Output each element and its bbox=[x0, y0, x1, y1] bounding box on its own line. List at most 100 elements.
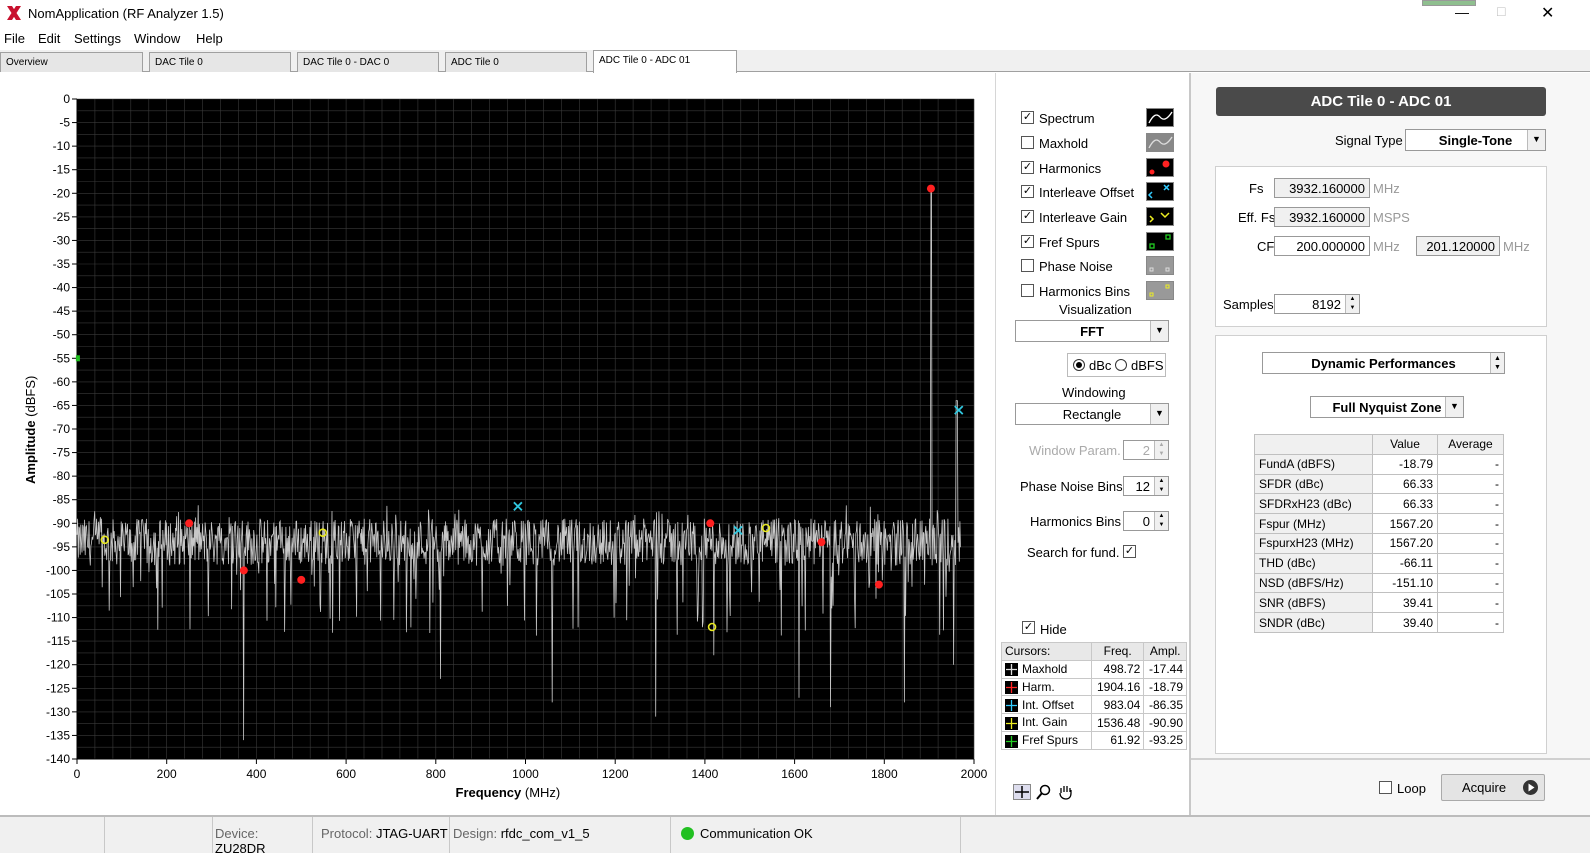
window-param-label: Window Param. bbox=[1029, 443, 1121, 458]
cursor-icon bbox=[1005, 716, 1018, 730]
y-tick-label: -100 bbox=[46, 563, 70, 577]
cursor-row: Fref Spurs 61.92 -93.25 bbox=[1001, 730, 1187, 750]
metric-value: -151.10 bbox=[1372, 572, 1438, 594]
metric-name: THD (dBc) bbox=[1254, 552, 1373, 574]
spectrum-checkbox[interactable]: ✓ bbox=[1021, 111, 1034, 124]
metric-average: - bbox=[1437, 493, 1504, 515]
signal-type-dropdown[interactable]: Single-Tone ▼ bbox=[1405, 129, 1546, 151]
search-fund-checkbox[interactable]: ✓ bbox=[1123, 545, 1136, 558]
menu-edit[interactable]: Edit bbox=[38, 31, 60, 46]
zoom-tool-icon[interactable] bbox=[1035, 784, 1053, 800]
visualization-dropdown[interactable]: FFT ▼ bbox=[1015, 320, 1169, 342]
harmonics-bins-input[interactable]: 0 ▲ ▼ bbox=[1123, 511, 1169, 531]
spin-icon[interactable]: ▲ ▼ bbox=[1154, 477, 1168, 495]
metrics-header-value: Value bbox=[1372, 434, 1438, 455]
tab-adc-tile-0-adc-01[interactable]: ADC Tile 0 - ADC 01 bbox=[593, 50, 737, 73]
spin-icon[interactable]: ▲ ▼ bbox=[1154, 441, 1168, 459]
protocol-value: JTAG-UART bbox=[375, 826, 448, 841]
windowing-dropdown[interactable]: Rectangle ▼ bbox=[1015, 403, 1169, 425]
x-tick-label: 1200 bbox=[602, 767, 629, 781]
metric-name: SFDRxH23 (dBc) bbox=[1254, 493, 1373, 515]
tab-dac-tile-0[interactable]: DAC Tile 0 bbox=[149, 52, 291, 72]
x-tick-label: 200 bbox=[157, 767, 177, 781]
fref-spurs-checkbox[interactable]: ✓ bbox=[1021, 235, 1034, 248]
pan-hand-icon[interactable] bbox=[1057, 784, 1075, 800]
y-tick-label: -90 bbox=[53, 516, 71, 530]
cursor-name: Harm. bbox=[1001, 677, 1092, 697]
spectrum-chart[interactable]: 0 -5 -10 -15 -20 -25 -30 -35 -40 -45 -50 -55 -60 -65 -… bbox=[0, 73, 996, 815]
app-logo-icon bbox=[7, 6, 21, 20]
menu-window[interactable]: Window bbox=[134, 31, 180, 46]
window-param-input[interactable]: 2 ▲ ▼ bbox=[1123, 440, 1169, 460]
cursor-name: Maxhold bbox=[1001, 659, 1092, 679]
interleave-offset-checkbox[interactable]: ✓ bbox=[1021, 185, 1034, 198]
harmonics-checkbox[interactable]: ✓ bbox=[1021, 161, 1034, 174]
cursor-ampl: -93.25 bbox=[1143, 730, 1187, 750]
hide-checkbox[interactable]: ✓ bbox=[1022, 621, 1035, 634]
harmonic-marker bbox=[239, 566, 248, 575]
cursor-header-ampl: Ampl. bbox=[1143, 642, 1187, 661]
cf-input[interactable]: 200.000000 bbox=[1274, 236, 1370, 256]
acquire-button[interactable]: Acquire bbox=[1441, 774, 1545, 801]
tab-overview[interactable]: Overview bbox=[0, 52, 143, 72]
metric-name: NSD (dBFS/Hz) bbox=[1254, 572, 1373, 594]
phase-noise-bins-input[interactable]: 12 ▲ ▼ bbox=[1123, 476, 1169, 496]
radio-dbfs[interactable] bbox=[1115, 359, 1127, 371]
x-tick-label: 400 bbox=[246, 767, 266, 781]
cursor-header-freq: Freq. bbox=[1090, 642, 1145, 661]
metrics-header-average: Average bbox=[1437, 434, 1504, 455]
play-icon bbox=[1523, 780, 1538, 795]
harmonics-bins-label: Harmonics Bins bbox=[1039, 284, 1131, 299]
x-tick-label: 600 bbox=[336, 767, 356, 781]
nyquist-zone-value: Full Nyquist Zone bbox=[1332, 400, 1442, 415]
y-tick-label: -125 bbox=[46, 681, 70, 695]
comm-value: Communication OK bbox=[700, 826, 813, 841]
radio-dbc[interactable] bbox=[1073, 359, 1085, 371]
cursor-tool-icon[interactable] bbox=[1013, 784, 1031, 800]
maxhold-checkbox[interactable] bbox=[1021, 136, 1034, 149]
harmonics-bins-checkbox[interactable] bbox=[1021, 284, 1034, 297]
metric-average: - bbox=[1437, 552, 1504, 574]
windowing-label: Windowing bbox=[1062, 385, 1126, 400]
samples-label: Samples bbox=[1223, 297, 1274, 312]
metric-value: 1567.20 bbox=[1372, 532, 1438, 554]
close-icon[interactable]: ✕ bbox=[1541, 3, 1554, 23]
maximize-icon[interactable]: □ bbox=[1497, 3, 1505, 19]
loop-checkbox[interactable] bbox=[1379, 781, 1392, 794]
interleave-offset-label: Interleave Offset bbox=[1039, 185, 1135, 200]
metric-name: Fspur (MHz) bbox=[1254, 513, 1373, 534]
cursor-row: Int. Gain 1536.48 -90.90 bbox=[1001, 713, 1187, 732]
metrics-table: Value Average FundA (dBFS) -18.79- SFDR (d… bbox=[1254, 434, 1504, 633]
samples-input[interactable]: 8192 ▲ ▼ bbox=[1274, 294, 1360, 314]
status-ok-icon bbox=[681, 827, 694, 840]
menu-settings[interactable]: Settings bbox=[74, 31, 121, 46]
x-tick-label: 1000 bbox=[512, 767, 539, 781]
sampling-group: Fs 3932.160000 MHz Eff. Fs 3932.160000 M… bbox=[1215, 166, 1547, 327]
tab-dac-tile-0-dac-0[interactable]: DAC Tile 0 - DAC 0 bbox=[297, 52, 439, 72]
minimize-icon[interactable]: — bbox=[1455, 4, 1469, 20]
cursor-ampl: -17.44 bbox=[1143, 659, 1187, 679]
chevron-down-icon: ▼ bbox=[1527, 130, 1545, 150]
panel-title: ADC Tile 0 - ADC 01 bbox=[1216, 87, 1546, 116]
y-tick-label: -45 bbox=[53, 304, 71, 318]
spin-icon[interactable]: ▲ ▼ bbox=[1345, 295, 1359, 313]
adc-settings-panel: ADC Tile 0 - ADC 01 Signal Type Single-T… bbox=[1191, 73, 1590, 815]
menu-help[interactable]: Help bbox=[196, 31, 223, 46]
interleave-gain-checkbox[interactable]: ✓ bbox=[1021, 210, 1034, 223]
tab-adc-tile-0[interactable]: ADC Tile 0 bbox=[445, 52, 587, 72]
metric-name: SNR (dBFS) bbox=[1254, 592, 1373, 614]
nyquist-zone-dropdown[interactable]: Full Nyquist Zone ▼ bbox=[1310, 396, 1464, 418]
y-axis-label: Amplitude (dBFS) bbox=[23, 376, 38, 484]
y-tick-label: -15 bbox=[53, 163, 71, 177]
menu-file[interactable]: File bbox=[4, 31, 25, 46]
y-tick-label: -140 bbox=[46, 752, 70, 766]
signal-type-label: Signal Type bbox=[1335, 133, 1403, 148]
phase-noise-checkbox[interactable] bbox=[1021, 259, 1034, 272]
spectrum-chart-pane: 0 -5 -10 -15 -20 -25 -30 -35 -40 -45 -50 -55 -60 -65 -… bbox=[0, 73, 996, 815]
harmonic-marker bbox=[874, 580, 883, 589]
spin-icon[interactable]: ▲ ▼ bbox=[1154, 512, 1168, 530]
spectrum-swatch-icon bbox=[1146, 108, 1174, 127]
chevron-down-icon: ▼ bbox=[1445, 397, 1463, 417]
y-tick-label: -20 bbox=[53, 186, 71, 200]
dynperf-dropdown[interactable]: Dynamic Performances ▲ ▼ bbox=[1262, 352, 1505, 374]
